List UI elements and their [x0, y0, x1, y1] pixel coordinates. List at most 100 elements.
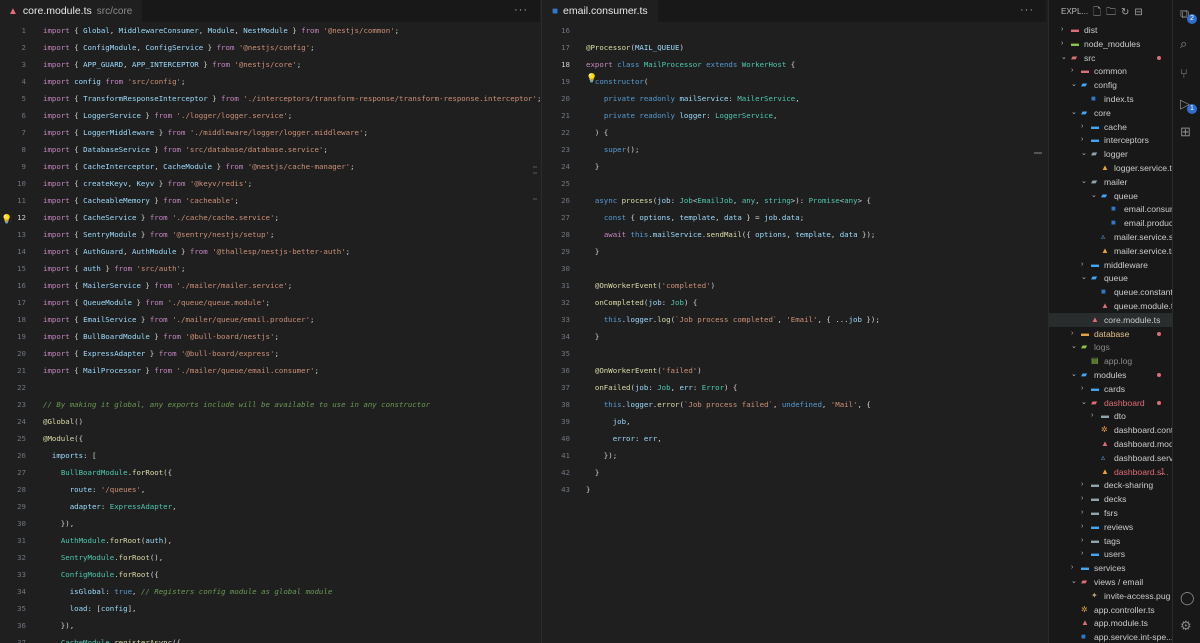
- tree-file[interactable]: ▤ app.log: [1049, 354, 1173, 368]
- tree-file[interactable]: ▵ dashboard.servic...: [1049, 451, 1173, 465]
- tree-file[interactable]: ▵ mailer.service.sp...: [1049, 230, 1173, 244]
- tree-file[interactable]: ▲ app.module.ts: [1049, 616, 1173, 630]
- chevron-right-icon[interactable]: ›: [1071, 327, 1073, 341]
- tree-file[interactable]: ▲ logger.service.ts: [1049, 161, 1173, 175]
- code-line[interactable]: 30: [544, 260, 1046, 277]
- tree-folder[interactable]: ⌄ ▰ src: [1049, 51, 1173, 65]
- tree-folder[interactable]: ⌄ ▰ modules: [1049, 368, 1173, 382]
- chevron-right-icon[interactable]: ›: [1081, 534, 1083, 548]
- code-line[interactable]: 25 @Module({: [0, 430, 540, 447]
- chevron-right-icon[interactable]: ›: [1081, 478, 1083, 492]
- chevron-down-icon[interactable]: ⌄: [1071, 575, 1077, 589]
- code-line[interactable]: 23 super();: [544, 141, 1046, 158]
- code-line[interactable]: 16: [544, 22, 1046, 39]
- code-line[interactable]: 16 import { MailerService } from './maile…: [0, 277, 540, 294]
- tree-file[interactable]: ✲ app.controller.ts: [1049, 603, 1173, 617]
- code-line[interactable]: 11 import { CacheableMemory } from 'cache…: [0, 192, 540, 209]
- code-line[interactable]: 39 job,: [544, 413, 1046, 430]
- code-line[interactable]: 3 import { APP_GUARD, APP_INTERCEPTOR } f…: [0, 56, 540, 73]
- tree-folder[interactable]: › ▬ decks: [1049, 492, 1173, 506]
- code-line[interactable]: 10 import { createKeyv, Keyv } from '@key…: [0, 175, 540, 192]
- tree-folder[interactable]: › ▬ node_modules: [1049, 37, 1173, 51]
- code-line[interactable]: 33 this.logger.log(`Job process complete…: [544, 311, 1046, 328]
- tree-file[interactable]: ▲ queue.module.ts: [1049, 299, 1173, 313]
- tree-folder[interactable]: › ▬ cards: [1049, 382, 1173, 396]
- code-line[interactable]: 29 adapter: ExpressAdapter,: [0, 498, 540, 515]
- tree-file[interactable]: ✦ invite-access.pug: [1049, 589, 1173, 603]
- code-line[interactable]: 28 route: '/queues',: [0, 481, 540, 498]
- explorer-actions[interactable]: 🗋🗀↻⊟: [1093, 5, 1148, 22]
- chevron-right-icon[interactable]: ›: [1081, 258, 1083, 272]
- chevron-right-icon[interactable]: ›: [1071, 64, 1073, 78]
- tree-file[interactable]: ■ email.producer.ts: [1049, 216, 1173, 230]
- editor-pane-email-consumer[interactable]: ■ email.consumer.ts ··· 16 17 @Processor(M…: [544, 0, 1046, 643]
- chevron-down-icon[interactable]: ⌄: [1071, 340, 1077, 354]
- editor-pane-core-module[interactable]: ▲ core.module.ts src/core ··· 1 import { …: [0, 0, 540, 643]
- chevron-down-icon[interactable]: ⌄: [1071, 78, 1077, 92]
- code-line[interactable]: 6 import { LoggerService } from './logger…: [0, 107, 540, 124]
- code-line[interactable]: 32 SentryModule.forRoot(),: [0, 549, 540, 566]
- editor-split-divider[interactable]: [541, 0, 542, 643]
- tree-folder[interactable]: › ▬ fsrs: [1049, 506, 1173, 520]
- code-line[interactable]: 30 }),: [0, 515, 540, 532]
- code-line[interactable]: 22 ) {: [544, 124, 1046, 141]
- tree-folder[interactable]: ⌄ ▰ config: [1049, 78, 1173, 92]
- tree-folder[interactable]: ⌄ ▰ views / email: [1049, 575, 1173, 589]
- code-editor[interactable]: 16 17 @Processor(MAIL_QUEUE) 18 export class…: [544, 22, 1046, 643]
- chevron-right-icon[interactable]: ›: [1061, 37, 1063, 51]
- chevron-right-icon[interactable]: ›: [1081, 382, 1083, 396]
- chevron-right-icon[interactable]: ›: [1081, 133, 1083, 147]
- code-line[interactable]: 33 ConfigModule.forRoot({: [0, 566, 540, 583]
- code-line[interactable]: 2 import { ConfigModule, ConfigService } …: [0, 39, 540, 56]
- code-line[interactable]: 24 @Global(): [0, 413, 540, 430]
- chevron-right-icon[interactable]: ›: [1071, 561, 1073, 575]
- code-editor[interactable]: 1 import { Global, MiddlewareConsumer, Mo…: [0, 22, 540, 643]
- tree-file[interactable]: ■ queue.constants.ts: [1049, 285, 1173, 299]
- code-line[interactable]: 35: [544, 345, 1046, 362]
- code-line[interactable]: 41 });: [544, 447, 1046, 464]
- tree-folder[interactable]: › ▬ services: [1049, 561, 1173, 575]
- chevron-right-icon[interactable]: ›: [1081, 547, 1083, 561]
- tree-file[interactable]: ■ app.service.int-spe...: [1049, 630, 1173, 643]
- more-actions-icon[interactable]: ···: [514, 4, 528, 16]
- chevron-down-icon[interactable]: ⌄: [1091, 189, 1097, 203]
- code-line[interactable]: 18 export class MailProcessor extends Wor…: [544, 56, 1046, 73]
- code-line[interactable]: 38 this.logger.error(`Job process failed…: [544, 396, 1046, 413]
- source-control-icon[interactable]: ⑂: [1180, 66, 1188, 81]
- tree-folder[interactable]: › ▬ database: [1049, 327, 1173, 341]
- code-line[interactable]: 9 import { CacheInterceptor, CacheModule …: [0, 158, 540, 175]
- tree-folder[interactable]: › ▬ middleware: [1049, 258, 1173, 272]
- code-line[interactable]: 23 // By making it global, any exports in…: [0, 396, 540, 413]
- chevron-down-icon[interactable]: ⌄: [1071, 368, 1077, 382]
- code-line[interactable]: 29 }: [544, 243, 1046, 260]
- code-line[interactable]: 31 @OnWorkerEvent('completed'): [544, 277, 1046, 294]
- tree-folder[interactable]: ⌄ ▰ mailer: [1049, 175, 1173, 189]
- tree-folder[interactable]: ⌄ ▰ logs: [1049, 340, 1173, 354]
- chevron-down-icon[interactable]: ⌄: [1081, 396, 1087, 410]
- code-line[interactable]: 20 private readonly mailService: MailerS…: [544, 90, 1046, 107]
- tree-file[interactable]: ▲ dashboard.modu...: [1049, 437, 1173, 451]
- code-line[interactable]: 21 import { MailProcessor } from './maile…: [0, 362, 540, 379]
- tree-folder[interactable]: › ▬ cache: [1049, 120, 1173, 134]
- chevron-right-icon[interactable]: ›: [1091, 409, 1093, 423]
- tree-file[interactable]: ▲ core.module.ts: [1049, 312, 1173, 327]
- code-line[interactable]: 22: [0, 379, 540, 396]
- tree-folder[interactable]: ⌄ ▰ dashboard: [1049, 396, 1173, 410]
- tree-file[interactable]: ▲ dashboard.s... 1: [1049, 465, 1173, 479]
- code-line[interactable]: 26 imports: [: [0, 447, 540, 464]
- chevron-down-icon[interactable]: ⌄: [1061, 51, 1067, 65]
- tree-file[interactable]: ✲ dashboard.contr...: [1049, 423, 1173, 437]
- code-line[interactable]: 37 CacheModule.registerAsync({: [0, 634, 540, 643]
- tree-folder[interactable]: › ▬ reviews: [1049, 520, 1173, 534]
- chevron-down-icon[interactable]: ⌄: [1081, 147, 1087, 161]
- code-line[interactable]: 19 constructor(💡: [544, 73, 1046, 90]
- chevron-down-icon[interactable]: ⌄: [1081, 175, 1087, 189]
- account-icon[interactable]: ◯: [1180, 590, 1195, 606]
- tab-core-module[interactable]: ▲ core.module.ts src/core: [0, 0, 143, 22]
- code-line[interactable]: 40 error: err,: [544, 430, 1046, 447]
- code-line[interactable]: 31 AuthModule.forRoot(auth),: [0, 532, 540, 549]
- tree-folder[interactable]: › ▬ users: [1049, 547, 1173, 561]
- code-line[interactable]: 36 @OnWorkerEvent('failed'): [544, 362, 1046, 379]
- chevron-down-icon[interactable]: ⌄: [1081, 271, 1087, 285]
- code-line[interactable]: 17 @Processor(MAIL_QUEUE): [544, 39, 1046, 56]
